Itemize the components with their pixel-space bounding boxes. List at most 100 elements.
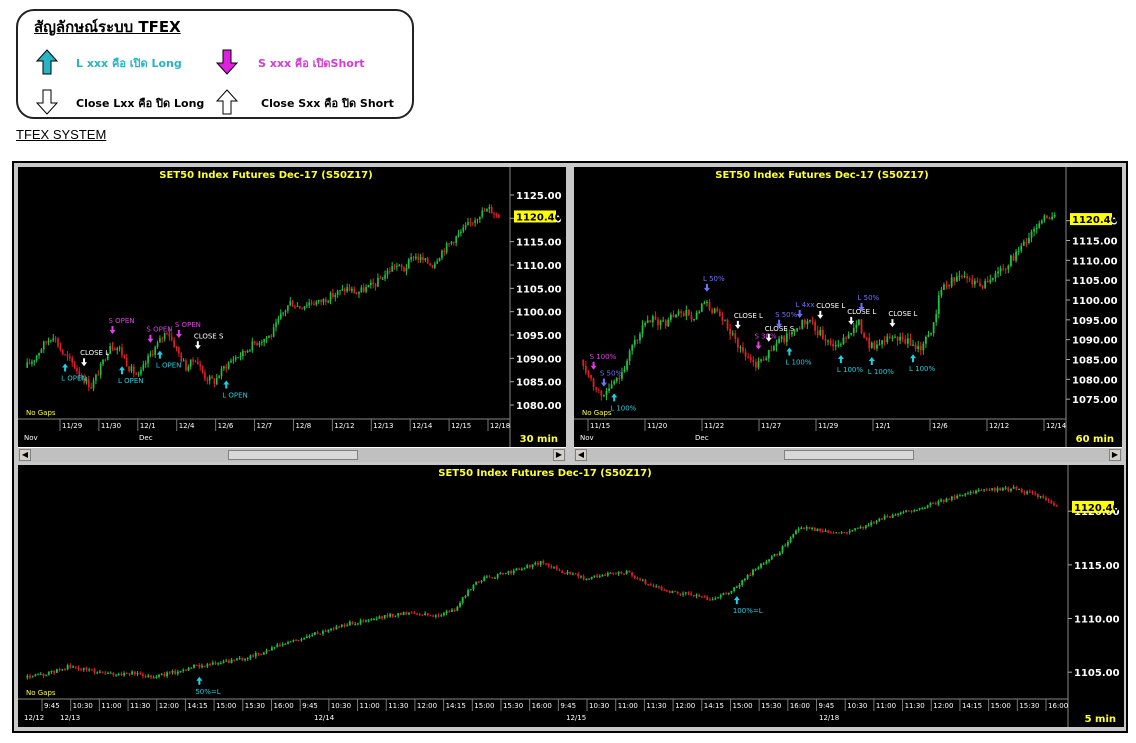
candle-body: [158, 674, 160, 677]
candle-body: [58, 669, 61, 671]
candle-body: [114, 348, 116, 351]
candle-body: [279, 313, 282, 319]
candle-body: [824, 338, 827, 341]
scroll-right-button[interactable]: ▶: [553, 449, 565, 461]
scroll-thumb[interactable]: [784, 450, 914, 460]
y-tick-label: 1105.00: [1074, 668, 1120, 679]
candle-body: [606, 572, 609, 576]
candle-body: [752, 569, 754, 575]
candle-body: [160, 673, 163, 675]
candle-body: [958, 275, 961, 277]
x-tick-label: 11/22: [704, 422, 724, 430]
candle-body: [595, 387, 598, 390]
candle-body: [367, 284, 370, 288]
candle-body: [244, 659, 246, 661]
candle-body: [168, 672, 171, 674]
candle-body: [620, 571, 623, 574]
chart-panel-30min[interactable]: SET50 Index Futures Dec-17 (S50Z17) 1080.…: [18, 167, 566, 447]
signal-up-arrow-icon: [611, 393, 618, 402]
candle-body: [569, 571, 572, 574]
candle-body: [507, 571, 510, 574]
scrollbar-30min[interactable]: ◀ ▶: [18, 447, 566, 462]
candle-body: [408, 612, 410, 615]
candle-body: [961, 495, 964, 497]
candle-body: [284, 310, 287, 313]
candle-body: [719, 595, 722, 598]
candle-body: [709, 599, 711, 601]
candle-body: [561, 570, 564, 573]
candle-body: [170, 336, 173, 340]
candle-body: [57, 338, 59, 347]
candle-body: [783, 336, 786, 342]
candle-body: [483, 577, 486, 581]
candle-body: [291, 301, 294, 307]
candle-body: [563, 572, 566, 574]
candle-body: [494, 577, 496, 579]
chart-panel-5min[interactable]: SET50 Index Futures Dec-17 (S50Z17) 1105.…: [18, 465, 1124, 727]
candle-body: [324, 631, 327, 633]
candle-body: [1055, 505, 1058, 507]
candle-body: [872, 522, 875, 524]
candle-body: [738, 584, 741, 587]
candle-body: [580, 576, 582, 578]
candle-body: [722, 593, 725, 596]
candle-body: [308, 302, 311, 306]
candle-body: [672, 314, 675, 317]
scroll-thumb[interactable]: [228, 450, 358, 460]
candle-body: [249, 655, 252, 659]
candle-body: [647, 584, 650, 586]
candle-body: [50, 670, 53, 673]
candle-body: [921, 508, 924, 510]
candle-body: [136, 673, 139, 675]
scroll-left-button[interactable]: ◀: [575, 449, 587, 461]
candle-body: [317, 299, 320, 302]
candle-body: [254, 652, 257, 657]
candle-body: [222, 661, 225, 664]
candle-body: [797, 528, 800, 531]
candle-body: [717, 597, 719, 599]
candle-body: [780, 336, 783, 339]
scroll-left-button[interactable]: ◀: [19, 449, 31, 461]
candle-body: [87, 379, 90, 388]
candle-body: [518, 568, 521, 570]
candle-body: [135, 373, 138, 375]
scroll-right-button[interactable]: ▶: [1109, 449, 1121, 461]
x-tick-label: 12/7: [257, 422, 273, 430]
x-tick-label: 12/6: [218, 422, 234, 430]
candle-body: [391, 613, 394, 617]
scrollbar-60min[interactable]: ◀ ▶: [574, 447, 1122, 462]
candle-body: [295, 639, 298, 641]
candle-body: [608, 388, 610, 391]
candle-body: [778, 338, 780, 344]
candle-body: [313, 303, 315, 305]
candle-body: [219, 663, 222, 665]
candle-body: [64, 669, 66, 671]
candle-body: [438, 258, 441, 262]
candle-body: [973, 280, 976, 285]
signal-label: S 50%: [775, 311, 798, 319]
candle-body: [499, 573, 502, 575]
candle-body: [253, 341, 256, 344]
candle-body: [31, 676, 34, 678]
candle-body: [811, 320, 814, 322]
candle-body: [1012, 487, 1015, 489]
candle-body: [778, 552, 781, 556]
candle-body: [196, 361, 199, 365]
candle-body: [338, 626, 341, 628]
x-tick-label: 15:30: [503, 702, 523, 710]
candle-body: [358, 292, 360, 294]
legend-close-short: Close Sxx คือ ปิด Short: [261, 97, 394, 110]
candle-body: [297, 640, 300, 642]
candle-body: [676, 591, 679, 594]
candle-body: [256, 343, 258, 345]
chart-panel-60min[interactable]: SET50 Index Futures Dec-17 (S50Z17) 1075.…: [574, 167, 1122, 447]
candle-body: [249, 350, 251, 352]
signal-down-arrow-icon: [703, 283, 710, 292]
candle-body: [50, 340, 52, 342]
candle-body: [834, 344, 837, 347]
candle-body: [703, 596, 706, 598]
candle-body: [1026, 491, 1029, 494]
x-tick-label: 11/27: [761, 422, 781, 430]
candle-body: [343, 624, 346, 626]
signal-label: L 50%: [703, 275, 725, 283]
